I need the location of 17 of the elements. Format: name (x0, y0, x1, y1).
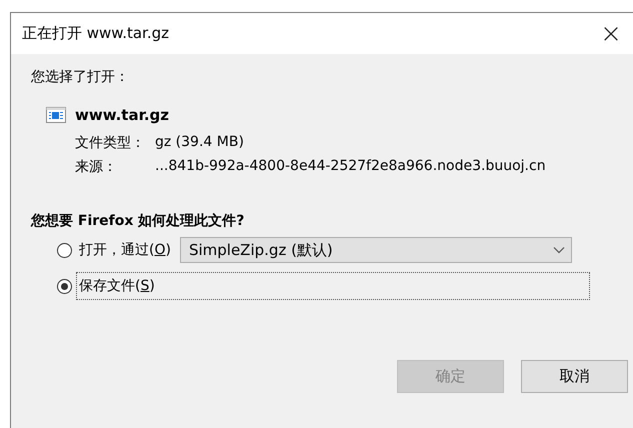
detail-value: ...841b-992a-4800-8e44-2527f2e8a966.node3.buuoj.cn (155, 158, 546, 176)
option-label[interactable]: 打开，通过(O) (76, 236, 174, 264)
radio-button[interactable] (57, 242, 72, 258)
radio-button[interactable] (57, 278, 72, 294)
dialog-button[interactable]: 取消 (521, 360, 628, 393)
chevron-down-icon (552, 246, 565, 254)
intro-text: 您选择了打开： (31, 68, 130, 87)
app-dropdown[interactable]: SimpleZip.gz (默认) (180, 237, 572, 263)
option-label[interactable]: 保存文件(S) (76, 272, 590, 300)
detail-value: gz (39.4 MB) (155, 134, 245, 152)
close-button[interactable]: × (589, 13, 633, 54)
window-title: 正在打开 www.tar.gz (22, 24, 169, 43)
detail-label: 文件类型： (75, 134, 145, 152)
detail-label: 来源： (75, 158, 118, 176)
file-icon (46, 107, 66, 123)
file-name: www.tar.gz (75, 106, 170, 124)
question-text: 您想要 Firefox 如何处理此文件? (31, 212, 246, 230)
